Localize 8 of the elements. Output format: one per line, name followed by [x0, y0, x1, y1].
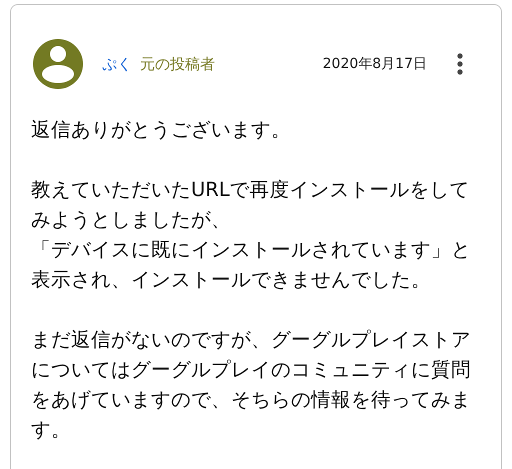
avatar-icon: [33, 39, 83, 89]
reply-paragraph: 教えていただいたURLで再度インストールをして みようとしましたが、 「デバイスに既にインストールされています」と 表示され、インストールできませんでした。: [31, 177, 472, 293]
reply-paragraph: まだ返信がないのですが、グーグルプレイストア についてはグーグルプレイのコミュニティに質問 をあげていますので、そちらの情報を待ってみま す。: [31, 327, 472, 443]
author-name[interactable]: ぷく: [102, 54, 132, 74]
author-role-label: 元の投稿者: [140, 54, 215, 74]
post-date: 2020年8月17日: [322, 55, 427, 73]
more-options-icon[interactable]: [457, 53, 463, 75]
reply-paragraph: 返信ありがとうございます。: [31, 117, 292, 143]
